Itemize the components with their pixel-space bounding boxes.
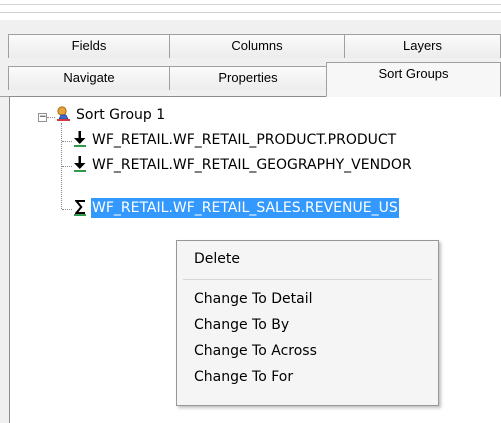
tab-fields[interactable]: Fields bbox=[8, 34, 170, 58]
tree-item-revenue-selected[interactable]: WF_RETAIL.WF_RETAIL_SALES.REVENUE_US bbox=[91, 198, 399, 218]
sort-by-arrow-icon bbox=[74, 131, 86, 147]
menu-item-change-to-by[interactable]: Change To By bbox=[177, 314, 438, 336]
tree-connector bbox=[47, 117, 55, 118]
tab-properties[interactable]: Properties bbox=[169, 66, 327, 90]
menu-item-change-to-detail[interactable]: Change To Detail bbox=[177, 288, 438, 310]
menu-item-delete[interactable]: Delete bbox=[177, 248, 438, 270]
tree-connector bbox=[62, 209, 72, 210]
sum-sigma-icon bbox=[74, 200, 86, 216]
tab-layers[interactable]: Layers bbox=[344, 34, 501, 58]
tab-navigate[interactable]: Navigate bbox=[8, 66, 170, 90]
tab-columns[interactable]: Columns bbox=[169, 34, 345, 58]
sort-by-arrow-icon bbox=[74, 156, 86, 172]
menu-item-change-to-for[interactable]: Change To For bbox=[177, 366, 438, 388]
tree-connector bbox=[62, 141, 72, 142]
sort-group-label[interactable]: Sort Group 1 bbox=[76, 105, 165, 125]
tab-sort-groups[interactable]: Sort Groups bbox=[326, 62, 501, 97]
menu-item-change-to-across[interactable]: Change To Across bbox=[177, 340, 438, 362]
tree-item-product[interactable]: WF_RETAIL.WF_RETAIL_PRODUCT.PRODUCT bbox=[92, 130, 396, 150]
tree-item-geography[interactable]: WF_RETAIL.WF_RETAIL_GEOGRAPHY_VENDOR bbox=[92, 155, 412, 175]
top-divider bbox=[0, 4, 501, 5]
top-divider-2 bbox=[0, 12, 501, 13]
menu-separator bbox=[183, 279, 432, 280]
tree-connector bbox=[62, 166, 72, 167]
collapse-icon[interactable]: − bbox=[38, 113, 47, 122]
sort-group-icon bbox=[57, 106, 70, 121]
context-menu: Delete Change To Detail Change To By Cha… bbox=[176, 240, 439, 406]
